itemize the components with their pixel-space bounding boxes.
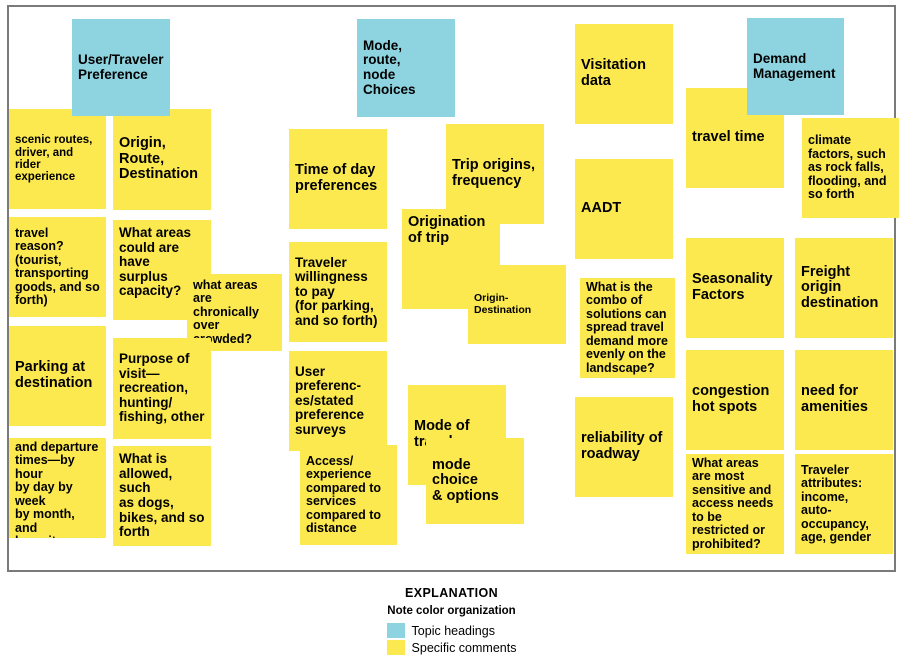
comment-note-freight-origin-destination[interactable]: Freight origin destination bbox=[795, 238, 893, 338]
topic-note-label: Demand Management bbox=[753, 50, 836, 81]
comment-note-congestion-hot-spots[interactable]: congestion hot spots bbox=[686, 350, 784, 450]
legend: EXPLANATION Note color organization Topi… bbox=[0, 586, 903, 660]
comment-note-label: travel reason? (tourist, transporting go… bbox=[15, 225, 100, 307]
comment-note-mode-choice-options[interactable]: mode choice & options bbox=[426, 438, 524, 524]
topic-note-mode-route-node-choices[interactable]: Mode, route, node Choices bbox=[357, 19, 455, 117]
comment-note-visitor-arrival-departure[interactable]: Visitor arrival and departure times—by h… bbox=[9, 438, 106, 538]
comment-note-label: Visitor arrival and departure times—by h… bbox=[15, 438, 99, 538]
comment-note-label: What areas are most sensitive and access… bbox=[692, 455, 774, 551]
topic-note-label: User/Traveler Preference bbox=[78, 51, 164, 82]
legend-subtitle: Note color organization bbox=[387, 605, 516, 617]
comment-note-user-preferences-stated[interactable]: User preferenc- es/stated preference sur… bbox=[289, 351, 387, 451]
comment-note-origin-route-destination[interactable]: Origin, Route, Destination bbox=[113, 109, 211, 210]
comment-note-what-is-the-combo[interactable]: What is the combo of solutions can sprea… bbox=[580, 278, 675, 378]
comment-note-label: congestion hot spots bbox=[692, 383, 770, 415]
comment-note-label: Traveler attributes: income, auto-occupa… bbox=[801, 462, 872, 544]
comment-note-label: travel time bbox=[692, 129, 765, 146]
comment-note-scenic-routes[interactable]: scenic routes, driver, and rider experie… bbox=[9, 109, 106, 209]
legend-item: Topic headings bbox=[386, 623, 517, 638]
comment-note-climate-factors[interactable]: climate factors, such as rock falls, flo… bbox=[802, 118, 899, 218]
comment-note-label: Traveler willingness to pay (for parking… bbox=[295, 254, 378, 328]
legend-swatch-specific-comment bbox=[386, 640, 405, 655]
comment-note-label: need for amenities bbox=[801, 383, 868, 415]
comment-note-label: What is allowed, such as dogs, bikes, an… bbox=[119, 451, 205, 540]
comment-note-label: mode choice & options bbox=[432, 456, 499, 504]
comment-note-origin-destination[interactable]: Origin-Destination bbox=[468, 265, 566, 344]
comment-note-label: Trip origins, frequency bbox=[452, 157, 535, 189]
comment-note-label: Parking at destination bbox=[15, 359, 93, 391]
comment-note-label: what areas are chronically over crowded? bbox=[193, 277, 259, 346]
comment-note-purpose-of-visit[interactable]: Purpose of visit— recreation, hunting/ f… bbox=[113, 338, 211, 439]
comment-note-label: climate factors, such as rock falls, flo… bbox=[808, 133, 887, 202]
legend-item-label: Specific comments bbox=[411, 640, 517, 655]
comment-note-aadt[interactable]: AADT bbox=[575, 159, 673, 259]
legend-swatch-topic-heading bbox=[386, 623, 405, 638]
legend-item: Specific comments bbox=[386, 640, 517, 655]
sticky-note-board: scenic routes, driver, and rider experie… bbox=[7, 5, 899, 572]
comment-note-parking-at-destination[interactable]: Parking at destination bbox=[9, 326, 106, 426]
comment-note-what-is-allowed[interactable]: What is allowed, such as dogs, bikes, an… bbox=[113, 446, 211, 546]
comment-note-label: reliability of roadway bbox=[581, 430, 663, 462]
comment-note-label: Purpose of visit— recreation, hunting/ f… bbox=[119, 351, 205, 425]
comment-note-label: Visitation data bbox=[581, 57, 646, 89]
comment-note-label: Freight origin destination bbox=[801, 263, 879, 311]
comment-note-seasonality-factors[interactable]: Seasonality Factors bbox=[686, 238, 784, 338]
comment-note-reliability-of-roadway[interactable]: reliability of roadway bbox=[575, 397, 673, 497]
comment-note-label: User preferenc- es/stated preference sur… bbox=[295, 363, 365, 437]
comment-note-access-experience[interactable]: Access/ experience compared to services … bbox=[300, 445, 397, 545]
topic-note-demand-management[interactable]: Demand Management bbox=[747, 18, 844, 115]
comment-note-label: Access/ experience compared to services … bbox=[306, 453, 382, 535]
topic-note-user-traveler-preference[interactable]: User/Traveler Preference bbox=[72, 19, 170, 116]
comment-note-time-of-day-preferences[interactable]: Time of day preferences bbox=[289, 129, 387, 229]
comment-note-visitation-data[interactable]: Visitation data bbox=[575, 24, 673, 124]
comment-note-traveler-attributes[interactable]: Traveler attributes: income, auto-occupa… bbox=[795, 454, 893, 554]
comment-note-travel-reason[interactable]: travel reason? (tourist, transporting go… bbox=[9, 217, 106, 317]
comment-note-label: Origin-Destination bbox=[474, 292, 532, 316]
comment-note-label: What is the combo of solutions can sprea… bbox=[586, 279, 668, 375]
comment-note-label: Origin, Route, Destination bbox=[119, 135, 198, 183]
comment-note-traveler-willingness-to-pay[interactable]: Traveler willingness to pay (for parking… bbox=[289, 242, 387, 342]
comment-note-label: scenic routes, driver, and rider experie… bbox=[15, 134, 93, 184]
legend-item-label: Topic headings bbox=[411, 623, 495, 638]
comment-note-need-for-amenities[interactable]: need for amenities bbox=[795, 350, 893, 450]
comment-note-label: AADT bbox=[581, 200, 622, 217]
comment-note-label: Time of day preferences bbox=[295, 162, 378, 194]
legend-rows: Topic headings Specific comments bbox=[386, 621, 517, 657]
comment-note-what-areas-most-sensitive[interactable]: What areas are most sensitive and access… bbox=[686, 454, 784, 554]
legend-title: EXPLANATION bbox=[404, 586, 499, 600]
comment-note-label: Origination of trip bbox=[408, 214, 486, 246]
comment-note-label: Seasonality Factors bbox=[692, 271, 773, 303]
topic-note-label: Mode, route, node Choices bbox=[363, 37, 416, 97]
